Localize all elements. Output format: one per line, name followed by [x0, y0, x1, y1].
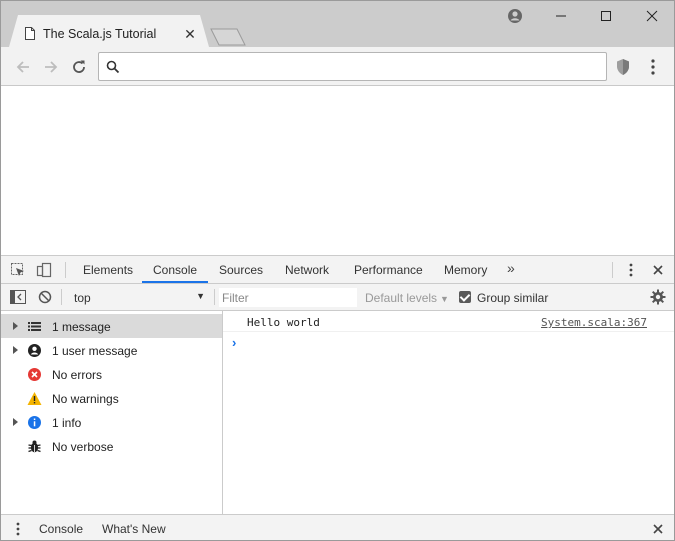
- console-prompt[interactable]: ›: [232, 335, 236, 350]
- drawer-menu-icon[interactable]: [10, 521, 26, 537]
- page-content: [1, 86, 674, 255]
- levels-label: Default levels: [365, 291, 438, 305]
- tab-console[interactable]: Console: [153, 263, 197, 277]
- console-toolbar: top ▼ Default levels▼ Group similar: [1, 284, 674, 311]
- browser-toolbar: [1, 47, 674, 86]
- tab-performance[interactable]: Performance: [354, 263, 423, 277]
- device-toolbar-icon[interactable]: [36, 262, 52, 278]
- drawer-tab-whats-new[interactable]: What's New: [102, 522, 166, 536]
- reload-icon[interactable]: [69, 57, 89, 77]
- info-icon: [28, 416, 41, 429]
- message-text: Hello world: [247, 316, 320, 329]
- separator: [65, 262, 66, 278]
- tab-network[interactable]: Network: [285, 263, 329, 277]
- sidebar-item-verbose[interactable]: No verbose: [1, 434, 222, 458]
- minimize-icon[interactable]: [550, 5, 572, 27]
- user-icon: [28, 344, 41, 357]
- devtools-panel: Elements Console Sources Network Perform…: [1, 255, 674, 540]
- sidebar-item-user-messages[interactable]: 1 user message: [1, 338, 222, 362]
- search-icon: [106, 60, 120, 74]
- drawer-close-icon[interactable]: [650, 521, 666, 537]
- tab-elements[interactable]: Elements: [83, 263, 133, 277]
- context-selector[interactable]: top ▼: [65, 287, 211, 307]
- more-tabs-button[interactable]: »: [507, 260, 515, 276]
- sidebar-item-messages[interactable]: 1 message: [1, 314, 222, 338]
- source-link[interactable]: System.scala:367: [541, 316, 647, 329]
- sidebar-item-errors[interactable]: No errors: [1, 362, 222, 386]
- list-icon: [28, 322, 41, 331]
- tab-title: The Scala.js Tutorial: [43, 27, 157, 41]
- sidebar-toggle-icon[interactable]: [10, 290, 26, 304]
- drawer-tab-console[interactable]: Console: [39, 522, 83, 536]
- console-sidebar: 1 message 1 user message No errors No wa…: [1, 311, 223, 514]
- warning-icon: [27, 392, 42, 405]
- page-icon: [25, 27, 35, 40]
- group-similar-label[interactable]: Group similar: [477, 291, 548, 305]
- sidebar-item-warnings[interactable]: No warnings: [1, 386, 222, 410]
- inspect-element-icon[interactable]: [10, 262, 26, 278]
- dropdown-arrow-icon: ▼: [196, 291, 205, 301]
- expand-arrow-icon[interactable]: [13, 322, 18, 330]
- shield-icon[interactable]: [614, 57, 632, 77]
- levels-dropdown[interactable]: Default levels ▼: [365, 291, 449, 305]
- tab-close-icon[interactable]: ✕: [183, 26, 197, 43]
- drawer-tabbar: Console What's New: [1, 514, 674, 540]
- new-tab-button[interactable]: [210, 28, 246, 46]
- forward-arrow-icon[interactable]: [41, 57, 61, 77]
- sidebar-item-label: No warnings: [52, 392, 119, 406]
- expand-arrow-icon[interactable]: [13, 418, 18, 426]
- expand-arrow-icon[interactable]: [13, 346, 18, 354]
- console-message: Hello world System.scala:367: [223, 311, 674, 332]
- address-bar[interactable]: [98, 52, 607, 81]
- tab-memory[interactable]: Memory: [444, 263, 487, 277]
- browser-window: The Scala.js Tutorial ✕ Elements Console…: [0, 0, 675, 541]
- console-body: 1 message 1 user message No errors No wa…: [1, 311, 674, 514]
- context-value: top: [74, 291, 91, 305]
- error-icon: [28, 368, 41, 381]
- back-arrow-icon[interactable]: [13, 57, 33, 77]
- sidebar-item-info[interactable]: 1 info: [1, 410, 222, 434]
- active-tab-indicator: [142, 281, 208, 283]
- sidebar-item-label: 1 message: [52, 320, 111, 334]
- profile-icon[interactable]: [504, 5, 526, 27]
- devtools-tabbar: Elements Console Sources Network Perform…: [1, 256, 674, 284]
- group-similar-checkbox[interactable]: [459, 291, 471, 303]
- devtools-close-icon[interactable]: [650, 262, 666, 278]
- gear-icon[interactable]: [650, 289, 666, 305]
- sidebar-item-label: 1 user message: [52, 344, 138, 358]
- dropdown-arrow-icon: ▼: [440, 294, 449, 304]
- maximize-icon[interactable]: [595, 5, 617, 27]
- tab-sources[interactable]: Sources: [219, 263, 263, 277]
- console-output: Hello world System.scala:367 ›: [223, 311, 674, 514]
- sidebar-item-label: No errors: [52, 368, 103, 382]
- close-icon[interactable]: [641, 5, 663, 27]
- kebab-menu-icon[interactable]: [644, 57, 662, 77]
- filter-input[interactable]: [219, 288, 357, 307]
- sidebar-item-label: 1 info: [52, 416, 82, 430]
- separator: [61, 289, 62, 305]
- tab-strip: The Scala.js Tutorial ✕: [1, 1, 674, 47]
- sidebar-item-label: No verbose: [52, 440, 114, 454]
- bug-icon: [28, 440, 41, 453]
- separator: [612, 262, 613, 278]
- clear-console-icon[interactable]: [38, 290, 52, 304]
- devtools-menu-icon[interactable]: [623, 262, 639, 278]
- separator: [214, 289, 215, 305]
